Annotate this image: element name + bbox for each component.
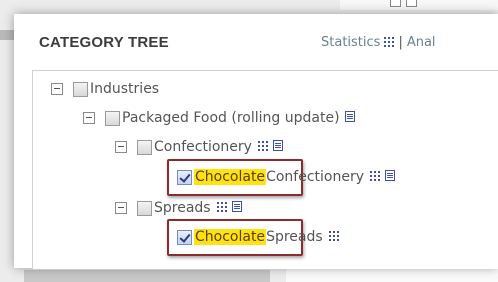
collapse-icon[interactable] — [51, 83, 63, 95]
analysis-link[interactable]: Anal — [407, 35, 436, 50]
document-icon[interactable] — [272, 139, 283, 155]
tree-node-chocolate-confectionery: Chocolate Confectionery — [177, 167, 395, 187]
search-highlight[interactable]: Chocolate — [194, 169, 267, 185]
checkbox-spreads[interactable] — [137, 200, 152, 216]
statistics-link[interactable]: Statistics — [321, 35, 380, 50]
category-tree-panel: CATEGORY TREE Statistics | Anal Industries… — [14, 14, 498, 269]
tree-node-industries: Industries — [51, 79, 159, 99]
checkbox-icon — [390, 0, 401, 7]
tree-node-label[interactable]: Confectionery — [154, 139, 252, 155]
grid-icon[interactable] — [328, 229, 339, 245]
search-highlight[interactable]: Chocolate — [194, 229, 267, 245]
panel-title: CATEGORY TREE — [39, 34, 169, 51]
tree-node-packaged-food: Packaged Food (rolling update) — [83, 108, 355, 128]
category-tree: Industries Packaged Food (rolling update… — [32, 70, 498, 269]
tree-node-chocolate-spreads: Chocolate Spreads — [177, 227, 339, 247]
tree-node-label[interactable]: Spreads — [154, 200, 211, 216]
checkbox-icon — [406, 0, 417, 7]
document-icon[interactable] — [344, 110, 355, 126]
grid-icon[interactable] — [384, 36, 395, 51]
collapse-icon[interactable] — [115, 141, 127, 153]
collapse-icon[interactable] — [115, 202, 127, 214]
collapse-icon[interactable] — [83, 112, 95, 124]
tree-node-label[interactable]: Spreads — [266, 229, 323, 245]
grid-icon[interactable] — [216, 200, 227, 216]
tree-node-label[interactable]: Confectionery — [266, 169, 364, 185]
panel-header: CATEGORY TREE Statistics | Anal — [14, 14, 498, 70]
link-separator: | — [398, 35, 403, 50]
background-bar — [24, 270, 270, 282]
tree-node-label[interactable]: Packaged Food (rolling update) — [122, 110, 340, 126]
background-toolbar-fragment — [340, 0, 498, 10]
grid-icon[interactable] — [370, 169, 380, 185]
tree-node-label[interactable]: Industries — [90, 81, 159, 97]
grid-icon[interactable] — [257, 139, 268, 155]
checkbox-chocolate-spreads[interactable] — [177, 229, 192, 245]
document-icon[interactable] — [231, 200, 242, 216]
header-links: Statistics | Anal — [321, 35, 436, 51]
checkbox-chocolate-confectionery[interactable] — [177, 169, 192, 185]
document-icon[interactable] — [385, 169, 395, 185]
tree-node-confectionery: Confectionery — [115, 137, 283, 157]
checkbox-packaged-food[interactable] — [105, 110, 120, 126]
tree-node-spreads: Spreads — [115, 198, 242, 218]
checkbox-confectionery[interactable] — [137, 139, 152, 155]
checkbox-industries[interactable] — [73, 81, 88, 97]
